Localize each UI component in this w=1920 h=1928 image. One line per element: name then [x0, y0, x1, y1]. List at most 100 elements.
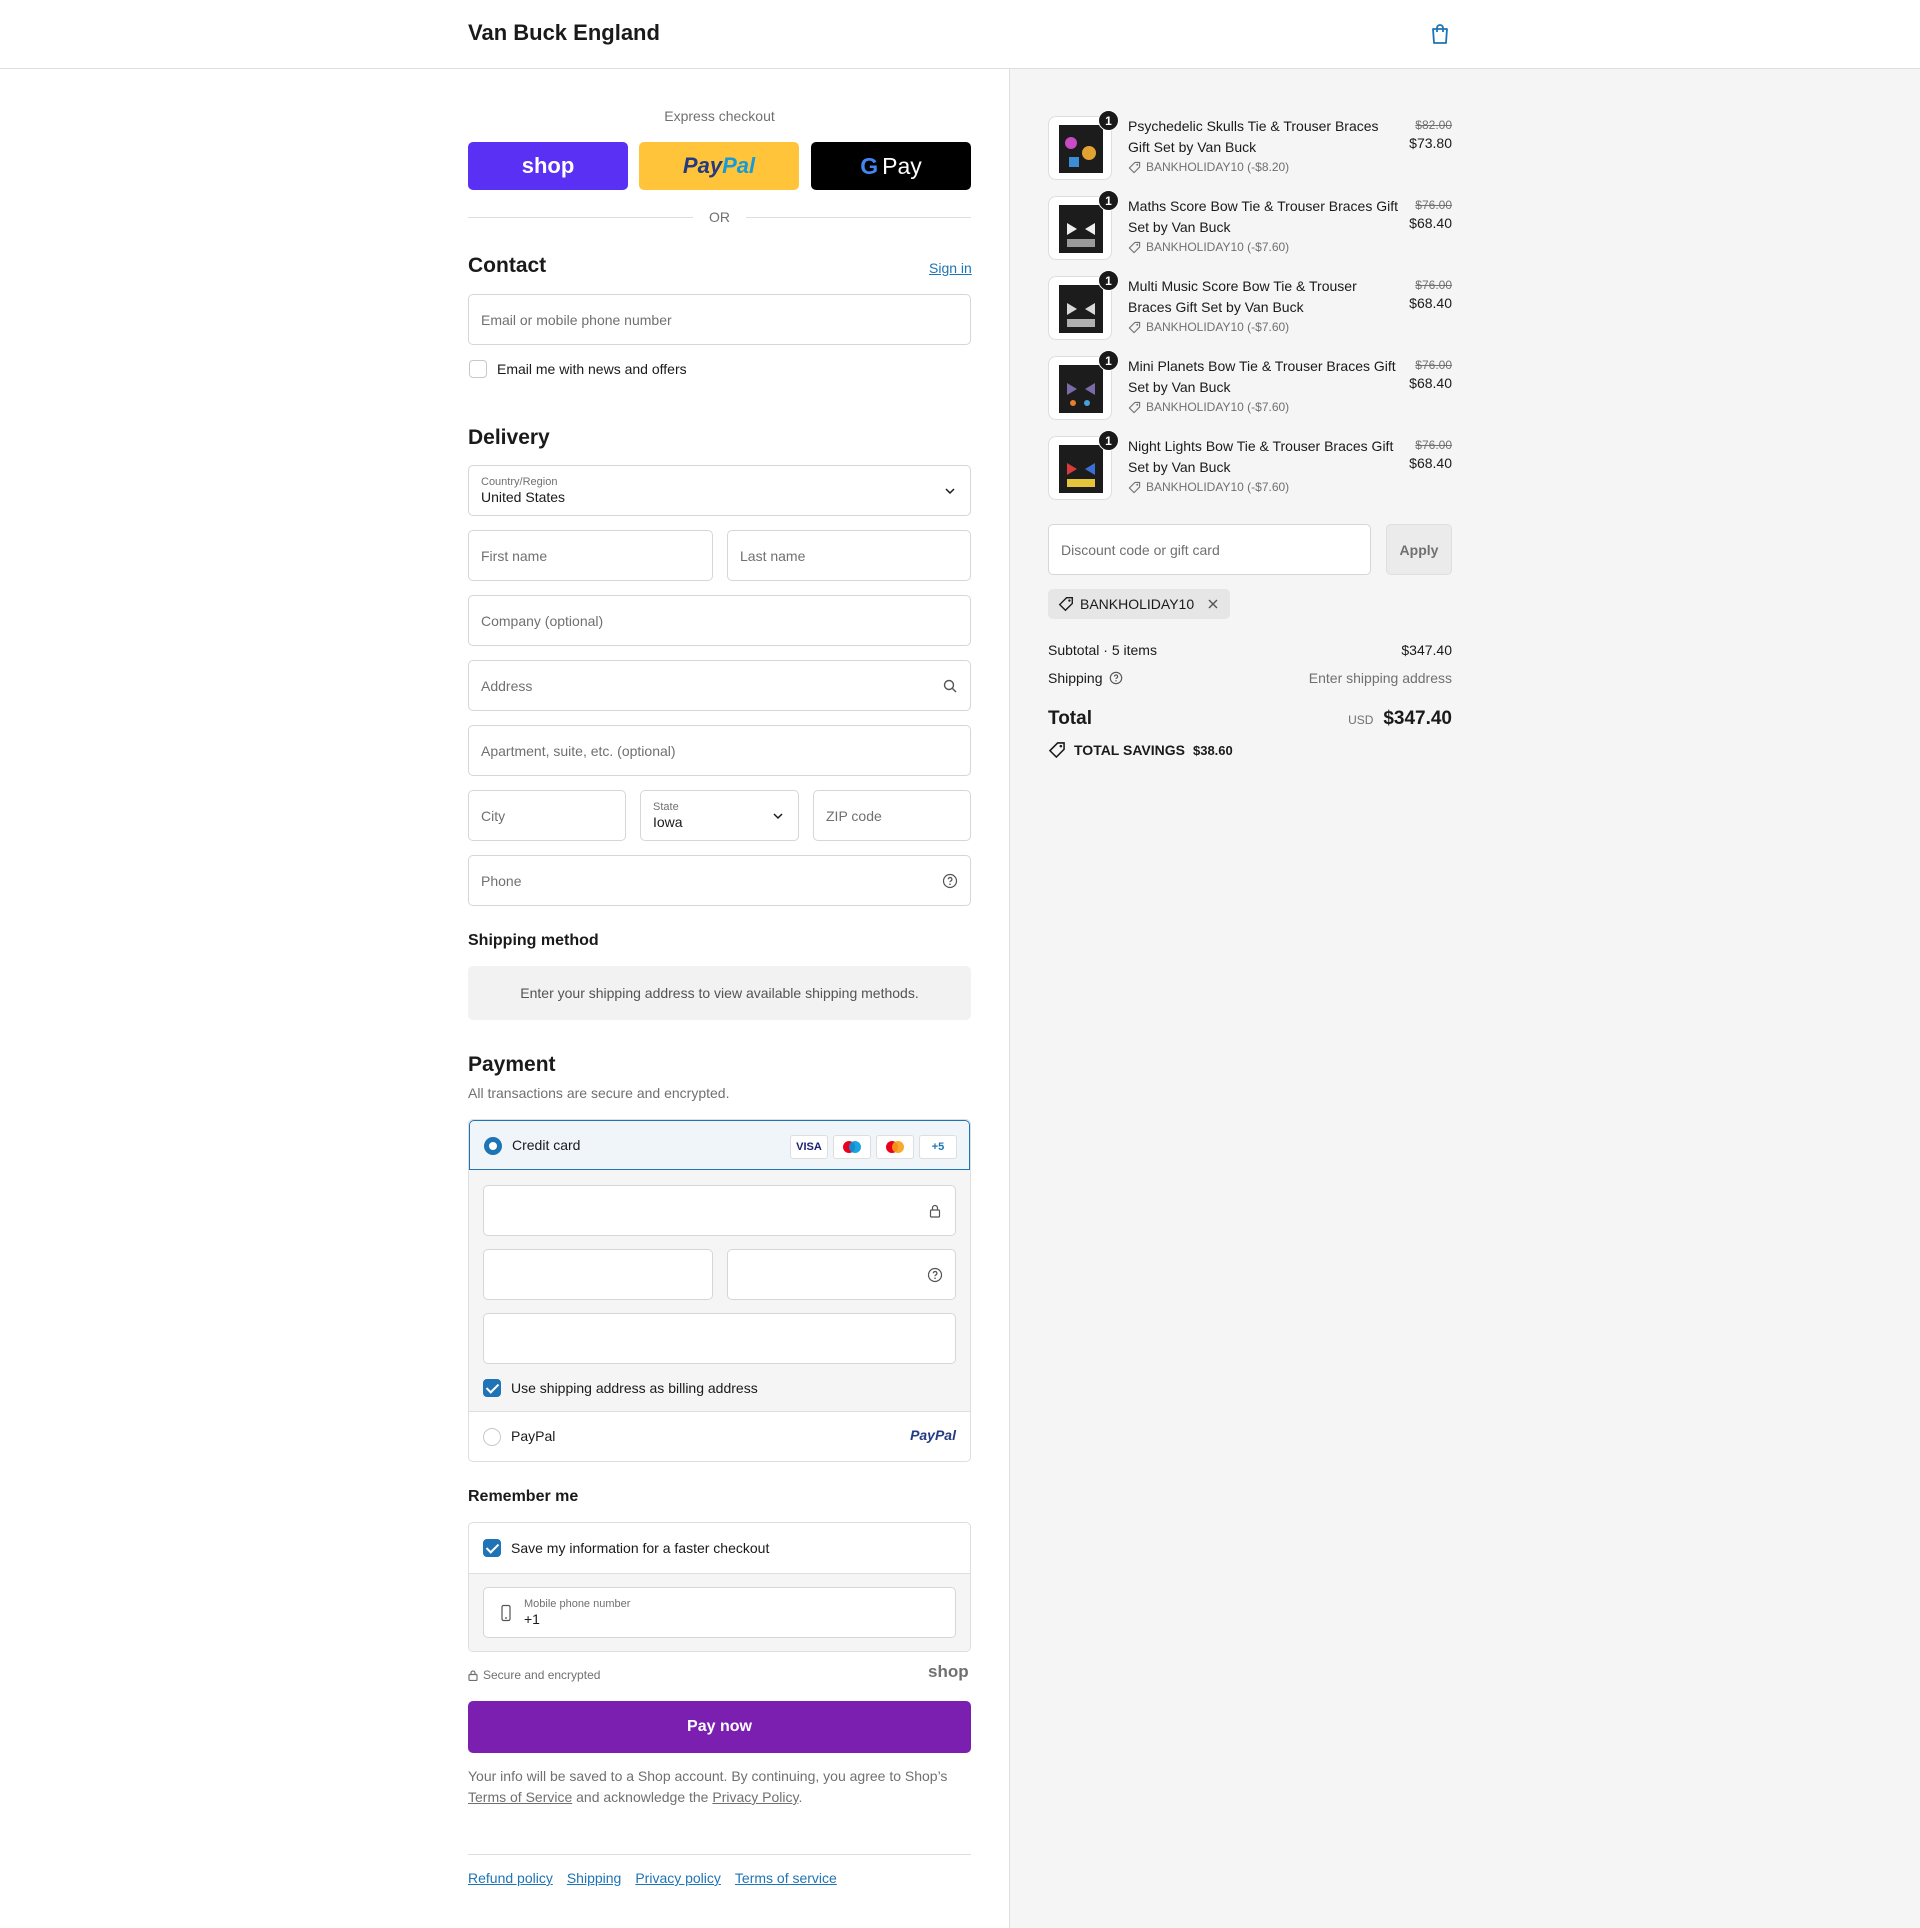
- country-value: United States: [481, 489, 566, 505]
- shipping-policy-link[interactable]: Shipping: [567, 1870, 622, 1886]
- cart-item: 1 Maths Score Bow Tie & Trouser Braces G…: [1048, 190, 1452, 266]
- savings-value: $38.60: [1192, 742, 1233, 758]
- gpay-label: Pay: [882, 152, 922, 179]
- close-icon[interactable]: [1206, 597, 1220, 611]
- shop-logo: shop: [928, 1662, 969, 1681]
- phone-field[interactable]: Phone: [468, 855, 971, 906]
- shipping-method-info: Enter your shipping address to view avai…: [468, 966, 971, 1020]
- sign-in-link[interactable]: Sign in: [929, 260, 972, 276]
- item-discount: BANKHOLIDAY10 (-$7.60): [1128, 400, 1289, 414]
- apply-discount-button[interactable]: Apply: [1386, 524, 1452, 575]
- order-summary-panel: [1009, 69, 1920, 1928]
- item-price: $73.80: [1409, 135, 1452, 151]
- terms-of-service-link[interactable]: Terms of service: [735, 1870, 837, 1886]
- visa-icon: VISA: [790, 1135, 828, 1159]
- help-circle-icon[interactable]: [942, 873, 958, 889]
- company-field[interactable]: Company (optional): [468, 595, 971, 646]
- google-pay-button[interactable]: G Pay: [811, 142, 971, 190]
- contact-heading: Contact: [468, 254, 547, 277]
- zip-field[interactable]: ZIP code: [813, 790, 971, 841]
- pay-now-button[interactable]: Pay now: [468, 1701, 971, 1753]
- legal-text: Your info will be saved to a Shop accoun…: [468, 1768, 948, 1805]
- item-original-price: $76.00: [1415, 358, 1452, 372]
- tag-icon: [1128, 481, 1141, 493]
- google-g-icon: G: [860, 152, 879, 179]
- name-on-card-field[interactable]: [483, 1313, 956, 1364]
- billing-same-checkbox[interactable]: [483, 1379, 501, 1397]
- card-number-field[interactable]: [483, 1185, 956, 1236]
- subtotal-value: $347.40: [1401, 642, 1452, 658]
- subtotal-label: Subtotal · 5 items: [1048, 642, 1157, 658]
- phone-placeholder: Phone: [481, 872, 522, 889]
- total-label: Total: [1048, 708, 1092, 729]
- paypal-label: PayPal: [511, 1428, 556, 1444]
- address-placeholder: Address: [481, 677, 533, 694]
- first-name-field[interactable]: First name: [468, 530, 713, 581]
- or-divider: OR: [468, 207, 971, 227]
- credit-card-option[interactable]: Credit card VISA +5: [469, 1120, 970, 1170]
- item-name: Night Lights Bow Tie & Trouser Braces Gi…: [1128, 438, 1394, 475]
- credit-card-label: Credit card: [512, 1137, 581, 1153]
- item-discount: BANKHOLIDAY10 (-$7.60): [1128, 320, 1289, 334]
- tag-icon: [1128, 401, 1141, 413]
- shop-pay-button[interactable]: shop: [468, 142, 628, 190]
- help-circle-icon[interactable]: [927, 1267, 943, 1283]
- applied-discount-code: BANKHOLIDAY10: [1080, 596, 1195, 612]
- delivery-heading: Delivery: [468, 426, 550, 449]
- refund-policy-link[interactable]: Refund policy: [468, 1870, 553, 1886]
- paypal-option[interactable]: PayPal PayPal: [469, 1412, 970, 1461]
- payment-heading: Payment: [468, 1053, 556, 1076]
- save-info-checkbox[interactable]: [483, 1539, 501, 1557]
- last-name-field[interactable]: Last name: [727, 530, 971, 581]
- lock-icon: [929, 1204, 941, 1218]
- privacy-link[interactable]: Privacy Policy: [712, 1789, 798, 1805]
- tag-icon: [1058, 597, 1073, 612]
- quantity-badge: 1: [1098, 350, 1119, 371]
- shipping-label: Shipping: [1048, 670, 1103, 686]
- email-field[interactable]: Email or mobile phone number: [468, 294, 971, 345]
- address-field[interactable]: Address: [468, 660, 971, 711]
- expiration-field[interactable]: [483, 1249, 713, 1300]
- express-checkout-label: Express checkout: [664, 108, 775, 124]
- privacy-policy-link[interactable]: Privacy policy: [635, 1870, 721, 1886]
- legal-text-1: Your info will be saved to a Shop accoun…: [468, 1768, 948, 1784]
- item-name: Psychedelic Skulls Tie & Trouser Braces …: [1128, 118, 1379, 155]
- item-discount: BANKHOLIDAY10 (-$7.60): [1128, 480, 1289, 494]
- city-field[interactable]: City: [468, 790, 626, 841]
- shop-logo: shop: [521, 153, 575, 178]
- apartment-field[interactable]: Apartment, suite, etc. (optional): [468, 725, 971, 776]
- quantity-badge: 1: [1098, 270, 1119, 291]
- help-circle-icon[interactable]: [1109, 671, 1123, 685]
- store-brand[interactable]: Van Buck England: [468, 20, 660, 46]
- item-name: Multi Music Score Bow Tie & Trouser Brac…: [1128, 278, 1357, 315]
- cart-item: 1 Night Lights Bow Tie & Trouser Braces …: [1048, 430, 1452, 506]
- credit-card-radio[interactable]: [484, 1137, 502, 1155]
- total-value: $347.40: [1383, 708, 1452, 729]
- news-checkbox[interactable]: [469, 360, 487, 378]
- paypal-logo: Pay: [682, 153, 723, 178]
- state-select[interactable]: State Iowa: [640, 790, 799, 841]
- subtotal-row: Subtotal · 5 items $347.40: [1048, 642, 1452, 658]
- paypal-radio[interactable]: [483, 1428, 501, 1446]
- item-original-price: $76.00: [1415, 438, 1452, 452]
- more-cards-badge: +5: [919, 1135, 957, 1159]
- paypal-express-button[interactable]: Pay Pal: [639, 142, 799, 190]
- cart-item: 1 Psychedelic Skulls Tie & Trouser Brace…: [1048, 110, 1452, 186]
- quantity-badge: 1: [1098, 190, 1119, 211]
- item-discount: BANKHOLIDAY10 (-$8.20): [1128, 160, 1289, 174]
- secure-label: Secure and encrypted: [483, 1668, 601, 1682]
- legal-text-2: and acknowledge the: [576, 1789, 709, 1805]
- shopping-bag-icon[interactable]: [1428, 22, 1452, 46]
- item-original-price: $76.00: [1415, 278, 1452, 292]
- cart-item: 1 Mini Planets Bow Tie & Trouser Braces …: [1048, 350, 1452, 426]
- terms-link[interactable]: Terms of Service: [468, 1789, 572, 1805]
- security-code-field[interactable]: [727, 1249, 956, 1300]
- footer-divider: [468, 1854, 971, 1855]
- billing-same-label: Use shipping address as billing address: [511, 1380, 758, 1396]
- secure-note: Secure and encrypted: [468, 1668, 600, 1682]
- discount-code-field[interactable]: Discount code or gift card: [1048, 524, 1371, 575]
- country-select[interactable]: Country/Region United States: [468, 465, 971, 516]
- shipping-value: Enter shipping address: [1308, 670, 1452, 686]
- remember-me-box: Save my information for a faster checkou…: [468, 1522, 971, 1652]
- mobile-phone-field[interactable]: Mobile phone number +1: [483, 1587, 956, 1638]
